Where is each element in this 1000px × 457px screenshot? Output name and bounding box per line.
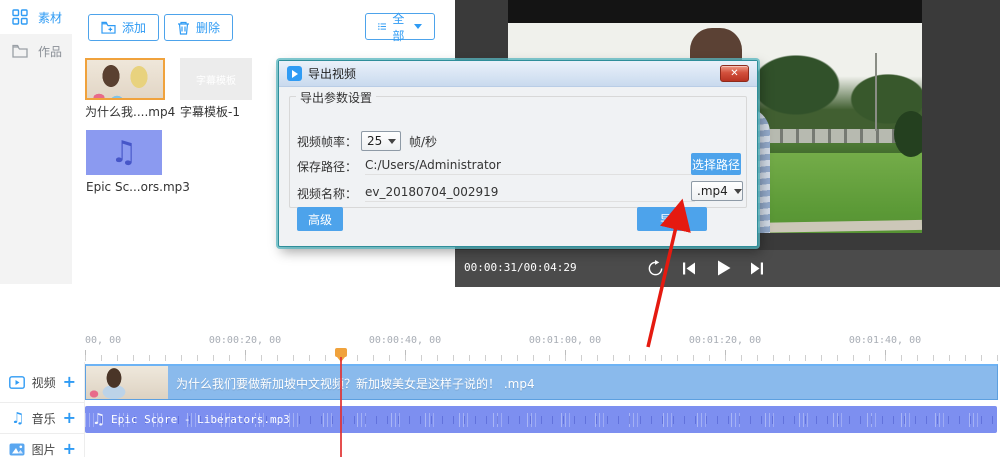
- sidebar-item-works[interactable]: 作品: [0, 34, 72, 68]
- close-icon[interactable]: ✕: [720, 65, 749, 82]
- track-label-column: 视频 + ♫ 音乐 + 图片 +: [0, 362, 85, 457]
- choose-path-button[interactable]: 选择路径: [691, 153, 741, 175]
- save-path-row: 保存路径： C:/Users/Administrator: [287, 158, 696, 175]
- filter-label: 全部: [392, 11, 405, 43]
- frame-rate-select[interactable]: 25: [361, 131, 402, 151]
- music-track-icon: ♫: [11, 408, 25, 427]
- ruler-label: 00:00:40, 00: [368, 335, 442, 346]
- video-name-field[interactable]: ev_20180704_002919: [365, 185, 696, 202]
- frame-rate-value: 25: [367, 134, 383, 148]
- ruler-label: 00, 00: [85, 335, 122, 346]
- export-dialog: 导出视频 ✕ 导出参数设置 视频帧率： 25 帧/秒 保存路径： C:/User…: [278, 60, 758, 247]
- left-nav: 素材 作品: [0, 0, 72, 290]
- video-editor-app: 素材 作品 添加 删除 全部 为什么我....mp4 字幕模板 字幕模板-1 ♫…: [0, 0, 1000, 457]
- ruler-label: 00:01:00, 00: [528, 335, 602, 346]
- video-track-icon: [8, 375, 25, 389]
- playhead-line: [340, 357, 342, 457]
- previous-frame-icon[interactable]: [679, 258, 699, 278]
- transport-controls: [645, 258, 767, 278]
- loop-playback-icon[interactable]: [645, 258, 665, 278]
- timeline-ruler[interactable]: 00, 00 00:00:20, 00 00:00:40, 00 00:01:0…: [0, 331, 1000, 362]
- folder-plus-icon: [101, 21, 116, 34]
- grid-icon: [12, 9, 28, 25]
- ruler-label: 00:00:20, 00: [208, 335, 282, 346]
- save-path-field[interactable]: C:/Users/Administrator: [365, 158, 696, 175]
- format-value: .mp4: [697, 184, 728, 198]
- chevron-down-icon: [388, 138, 397, 144]
- music-note-icon: ♫: [110, 134, 138, 170]
- export-button[interactable]: 导出: [637, 207, 707, 231]
- filter-dropdown[interactable]: 全部: [365, 12, 435, 43]
- picture-track-label: 图片 +: [0, 434, 85, 457]
- frame-rate-unit: 帧/秒: [409, 134, 438, 149]
- trash-icon: [178, 21, 189, 35]
- letterbox-bar: [508, 0, 922, 23]
- groupbox-title: 导出参数设置: [296, 89, 377, 106]
- media-item-video-thumbnail[interactable]: [85, 58, 165, 100]
- video-clip-thumbnail: [86, 366, 168, 399]
- add-music-button[interactable]: +: [63, 410, 76, 426]
- media-item-label: 为什么我....mp4: [85, 105, 176, 119]
- player-controls-bar: 00:00:31/00:04:29: [455, 250, 1000, 287]
- next-frame-icon[interactable]: [747, 258, 767, 278]
- video-name-row: 视频名称： ev_20180704_002919: [287, 185, 696, 202]
- music-clip-title: Epic Score - Liberators.mp3: [111, 413, 290, 426]
- sidebar-item-label: 素材: [38, 10, 63, 25]
- ruler-label: 00:01:40, 00: [848, 335, 922, 346]
- advanced-button[interactable]: 高级: [297, 207, 343, 231]
- frame-rate-row: 视频帧率： 25 帧/秒: [287, 131, 437, 151]
- ruler-label: 00:01:20, 00: [688, 335, 762, 346]
- media-item-label: Epic Sc...ors.mp3: [86, 180, 190, 194]
- lamp-pole: [875, 53, 877, 131]
- sidebar-item-materials[interactable]: 素材: [0, 0, 72, 34]
- delete-button[interactable]: 删除: [164, 14, 234, 41]
- template-watermark: 字幕模板: [196, 75, 236, 87]
- delete-button-label: 删除: [196, 21, 221, 35]
- dialog-title: 导出视频: [308, 67, 357, 81]
- timeline-toolbar: 对齐 ↶ ↷ ✂ 分割 配音 ✎ 编辑 T 字幕: [0, 287, 1000, 331]
- media-item-label: 字幕模板-1: [180, 105, 240, 119]
- folder-icon: [12, 44, 28, 58]
- frame-rate-label: 视频帧率：: [297, 134, 358, 149]
- list-icon: [378, 23, 387, 30]
- music-clip[interactable]: ♫ Epic Score - Liberators.mp3: [85, 406, 1000, 433]
- video-track-label: 视频 +: [0, 362, 85, 403]
- left-nav-panel: 作品: [0, 34, 72, 284]
- chevron-down-icon: [733, 188, 742, 194]
- video-clip[interactable]: 为什么我们要做新加坡中文视频？新加坡美女是这样子说的！ .mp4: [85, 364, 998, 400]
- add-button[interactable]: 添加: [88, 14, 160, 41]
- playhead-handle[interactable]: [335, 348, 347, 362]
- music-track-label: ♫ 音乐 +: [0, 403, 85, 434]
- dialog-titlebar[interactable]: 导出视频 ✕: [279, 61, 757, 87]
- save-path-label: 保存路径：: [297, 160, 358, 174]
- video-name-label: 视频名称：: [297, 187, 358, 201]
- format-select[interactable]: .mp4: [691, 181, 743, 201]
- app-play-icon: [287, 66, 302, 81]
- media-item-music-thumbnail[interactable]: ♫: [86, 130, 162, 175]
- ruler-minor-ticks: [85, 355, 998, 361]
- picture-track-icon: [9, 443, 25, 455]
- media-item-subtitle-template-thumbnail[interactable]: 字幕模板: [180, 58, 252, 100]
- player-timestamp: 00:00:31/00:04:29: [464, 261, 577, 274]
- bush: [894, 111, 922, 157]
- add-button-label: 添加: [122, 21, 147, 35]
- chevron-down-icon: [414, 24, 422, 29]
- music-note-icon: ♫: [92, 410, 106, 428]
- add-picture-button[interactable]: +: [63, 441, 76, 457]
- video-clip-title: 为什么我们要做新加坡中文视频？新加坡美女是这样子说的！ .mp4: [176, 377, 535, 391]
- sidebar-item-label: 作品: [38, 44, 63, 59]
- play-icon[interactable]: [713, 258, 733, 278]
- add-video-button[interactable]: +: [63, 374, 76, 390]
